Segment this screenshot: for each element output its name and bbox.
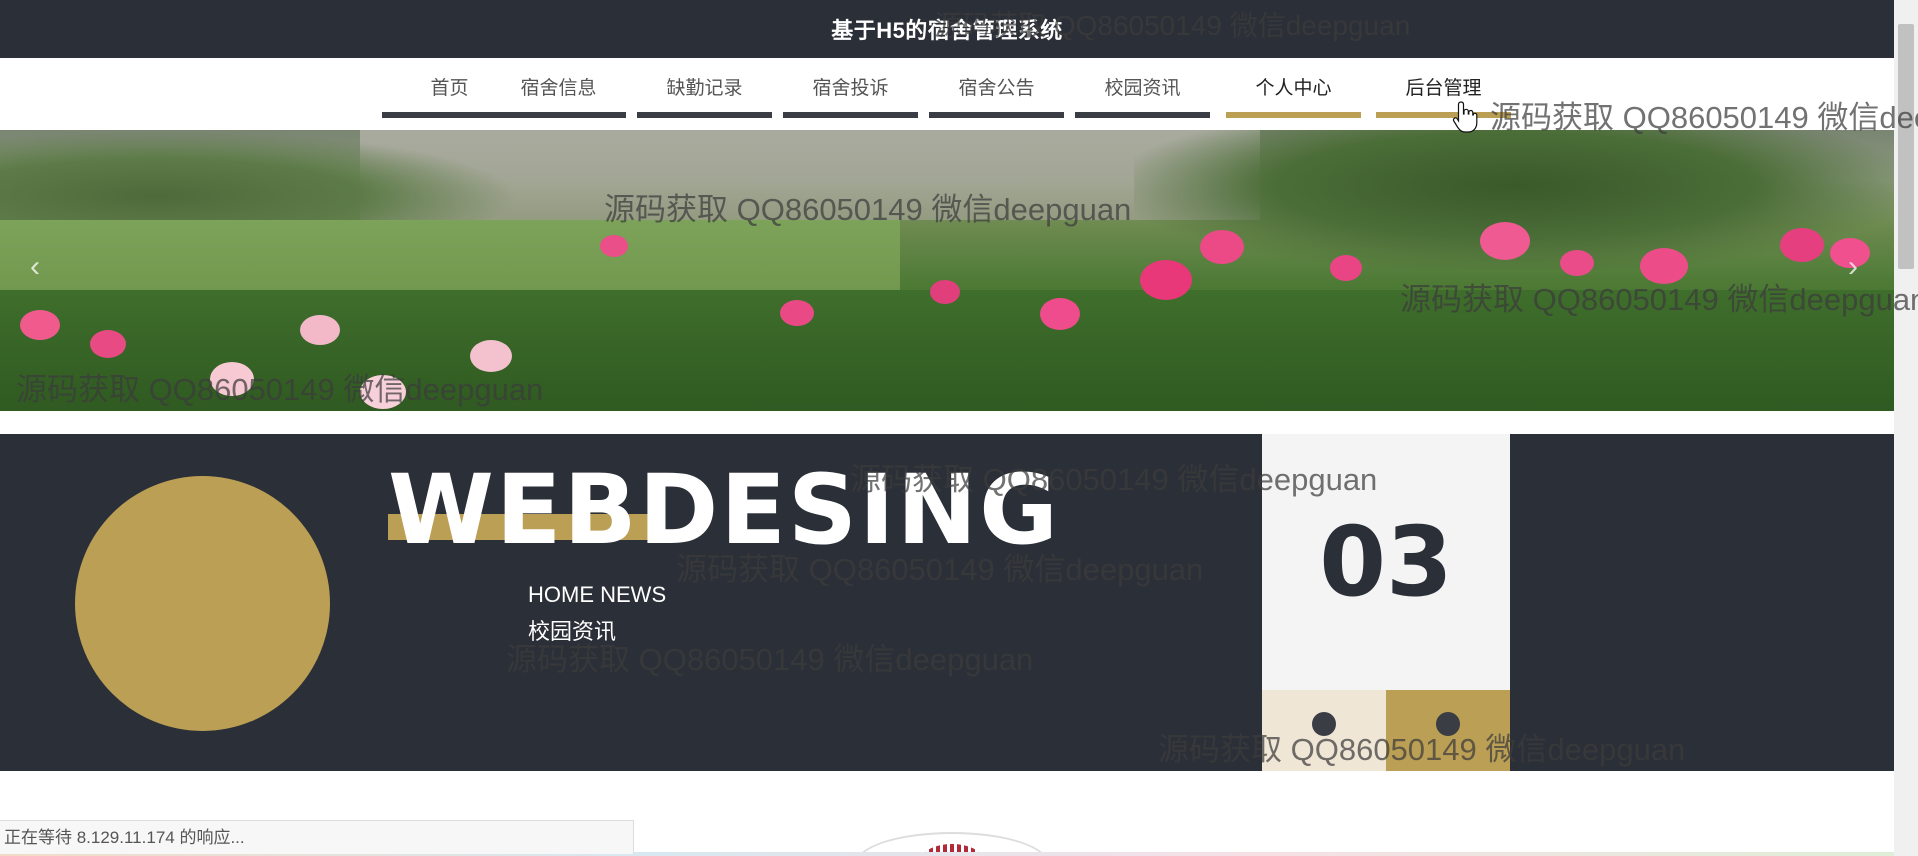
banner-flower xyxy=(1480,222,1530,260)
banner-flower xyxy=(20,310,60,340)
banner-flower xyxy=(300,315,340,345)
nav-item-label: 校园资讯 xyxy=(1104,78,1181,99)
browser-status-bar: 正在等待 8.129.11.174 的响应... xyxy=(0,820,634,854)
nav-item-personal-center[interactable]: 个人中心 xyxy=(1226,72,1361,118)
nav-item-label: 个人中心 xyxy=(1255,78,1332,99)
nav-item-underline xyxy=(637,112,772,118)
nav-item-label: 后台管理 xyxy=(1405,78,1482,99)
banner-flower xyxy=(1040,298,1080,330)
feature-subtitle-en: HOME NEWS xyxy=(528,582,667,607)
feature-heading: WEBDESING xyxy=(388,454,1060,566)
page-scrollbar[interactable] xyxy=(1894,0,1918,856)
banner-flower xyxy=(1780,228,1824,262)
banner-flower xyxy=(360,375,406,409)
nav-item-label: 宿舍公告 xyxy=(958,78,1035,99)
feature-number-box: 03 xyxy=(1262,434,1510,690)
nav-item-label: 宿舍投诉 xyxy=(812,78,889,99)
feature-number: 03 xyxy=(1319,506,1453,618)
nav-item-underline xyxy=(1226,112,1361,118)
banner-shrubs xyxy=(0,290,1894,411)
nav-item-label: 缺勤记录 xyxy=(666,78,743,99)
banner-prev-button[interactable]: ‹ xyxy=(30,250,40,284)
banner-flower xyxy=(1330,255,1362,281)
pager-dot[interactable] xyxy=(1312,712,1336,736)
chevron-right-icon: › xyxy=(1848,250,1858,283)
nav-item-dorm-info[interactable]: 宿舍信息 xyxy=(491,72,626,118)
nav-item-underline xyxy=(1376,112,1511,118)
banner-flower xyxy=(780,300,814,326)
nav-item-absence-records[interactable]: 缺勤记录 xyxy=(637,72,772,118)
nav-item-label: 宿舍信息 xyxy=(520,78,597,99)
nav-item-admin[interactable]: 后台管理 xyxy=(1376,72,1511,118)
gold-circle-decoration xyxy=(75,476,330,731)
pager-cell xyxy=(1262,690,1386,771)
nav-item-underline xyxy=(783,112,918,118)
nav-item-underline xyxy=(929,112,1064,118)
banner-flower xyxy=(90,330,126,358)
nav-item-underline xyxy=(1075,112,1210,118)
hand-cursor-icon xyxy=(1452,101,1478,133)
nav-item-underline xyxy=(491,112,626,118)
page: 基于H5的宿舍管理系统 首页 宿舍信息 缺勤记录 宿舍投诉 宿舍公告 校园资讯 … xyxy=(0,0,1918,856)
nav-item-dorm-complaints[interactable]: 宿舍投诉 xyxy=(783,72,918,118)
nav-item-campus-news[interactable]: 校园资讯 xyxy=(1075,72,1210,118)
banner-flower xyxy=(1200,230,1244,264)
scrollbar-thumb[interactable] xyxy=(1898,24,1914,269)
main-nav: 首页 宿舍信息 缺勤记录 宿舍投诉 宿舍公告 校园资讯 个人中心 后台管理 xyxy=(0,58,1894,130)
pager-cell xyxy=(1386,690,1510,771)
banner-next-button[interactable]: › xyxy=(1848,250,1858,284)
banner-flower xyxy=(1140,260,1192,300)
nav-item-dorm-notices[interactable]: 宿舍公告 xyxy=(929,72,1064,118)
site-title: 基于H5的宿舍管理系统 xyxy=(831,18,1063,43)
chevron-left-icon: ‹ xyxy=(30,250,40,283)
banner-flower xyxy=(1640,248,1688,284)
banner-flower xyxy=(600,235,628,257)
banner-flower xyxy=(930,280,960,304)
feature-subtitle-cn: 校园资讯 xyxy=(528,619,617,644)
banner-flower xyxy=(1560,250,1594,276)
news-feature-panel: WEBDESING HOME NEWS 校园资讯 03 xyxy=(0,434,1894,771)
banner-flower xyxy=(470,340,512,372)
pager-dot[interactable] xyxy=(1436,712,1460,736)
title-bar: 基于H5的宿舍管理系统 xyxy=(0,0,1894,58)
banner-carousel: ‹ › xyxy=(0,130,1894,411)
banner-flower xyxy=(210,362,254,396)
